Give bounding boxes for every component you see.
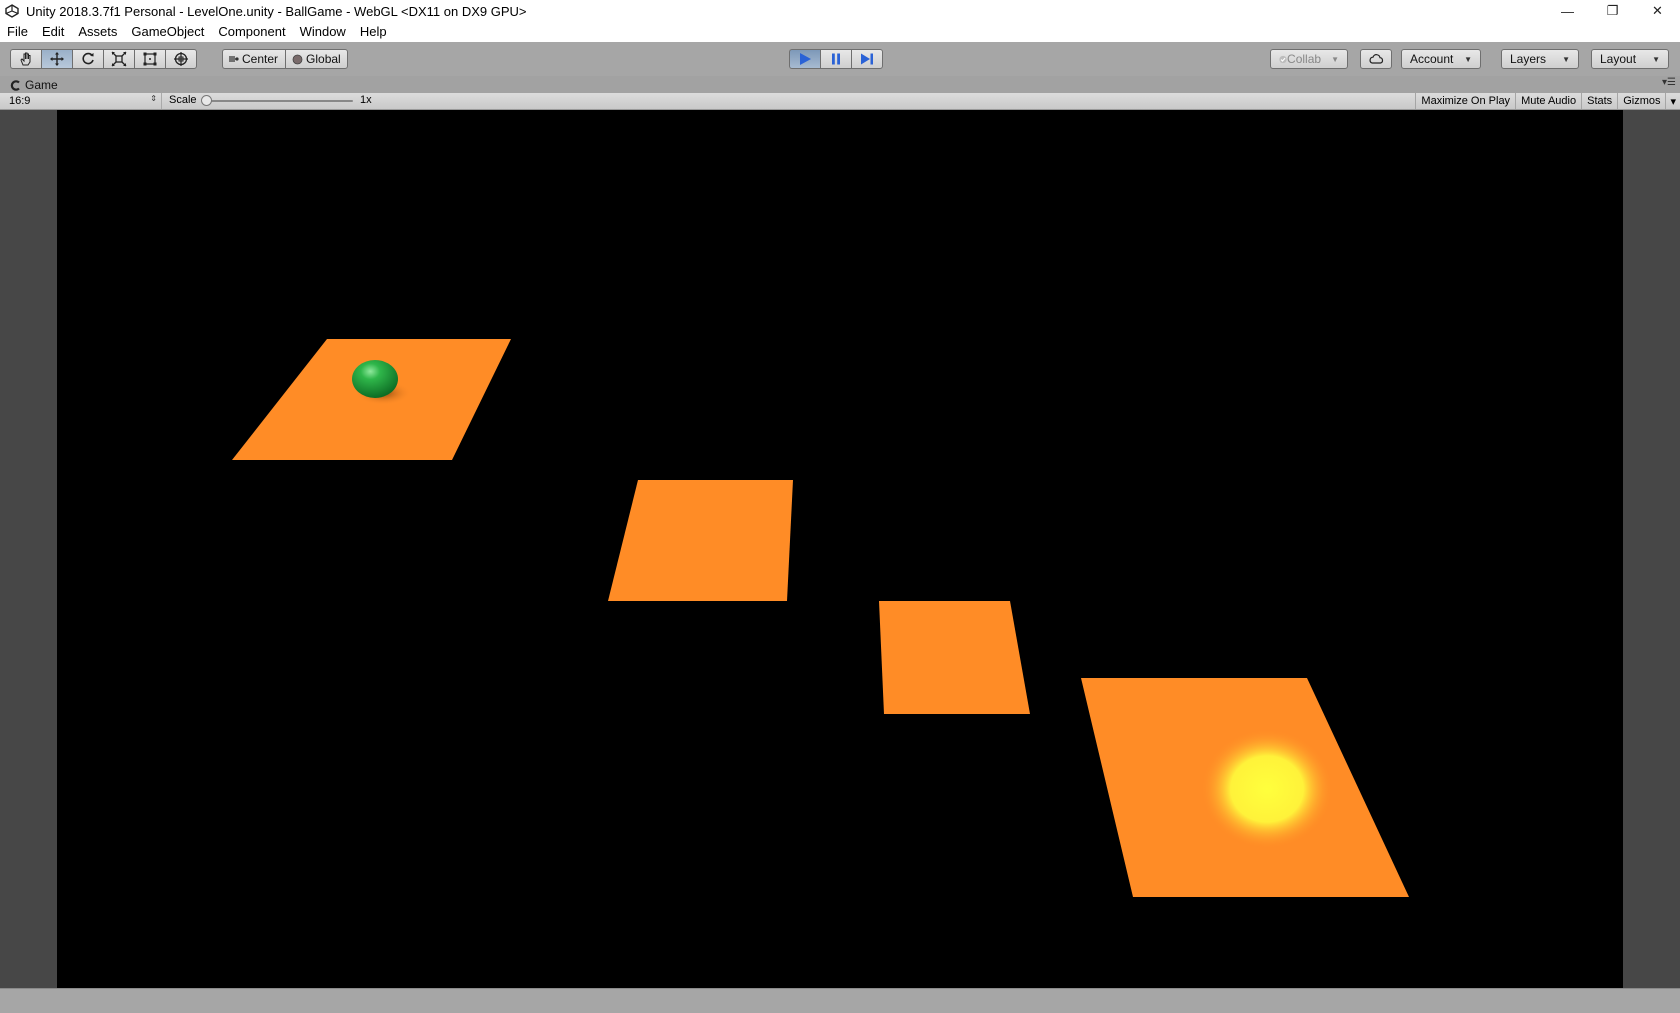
scale-slider-thumb[interactable] xyxy=(201,95,212,106)
game-view-toggles: Maximize On Play Mute Audio Stats Gizmos… xyxy=(1415,93,1680,109)
aspect-label: 16:9 xyxy=(9,95,31,107)
pivot-icon xyxy=(229,56,239,62)
cloud-icon xyxy=(1369,54,1384,64)
account-controls: Account ▼ xyxy=(1401,49,1481,69)
window-controls: — ❐ ✕ xyxy=(1545,0,1680,22)
account-label: Account xyxy=(1410,52,1454,66)
play-controls xyxy=(789,49,883,69)
close-button[interactable]: ✕ xyxy=(1635,0,1680,22)
rect-tool-button[interactable] xyxy=(134,49,165,69)
unity-logo-icon xyxy=(4,3,20,19)
rotate-icon xyxy=(82,52,94,65)
maximize-button[interactable]: ❐ xyxy=(1590,0,1635,22)
minimize-button[interactable]: — xyxy=(1545,0,1590,22)
menu-bar: File Edit Assets GameObject Component Wi… xyxy=(0,22,1680,42)
move-icon xyxy=(50,52,64,66)
layout-controls: Layout ▼ xyxy=(1591,49,1669,69)
cloud-button[interactable] xyxy=(1360,49,1392,69)
main-toolbar: Center Global Collab ▼ Account ▼ Layers … xyxy=(0,42,1680,77)
cloud-controls xyxy=(1360,49,1392,69)
rotate-tool-button[interactable] xyxy=(72,49,103,69)
scale-label: Scale xyxy=(169,94,197,106)
play-button[interactable] xyxy=(789,49,820,69)
gizmos-toggle[interactable]: Gizmos xyxy=(1617,93,1665,109)
layers-dropdown[interactable]: Layers ▼ xyxy=(1501,49,1579,69)
layout-dropdown[interactable]: Layout ▼ xyxy=(1591,49,1669,69)
global-icon xyxy=(292,54,303,64)
collab-caret-icon: ▼ xyxy=(1331,54,1339,64)
account-caret-icon: ▼ xyxy=(1464,54,1472,64)
menu-component[interactable]: Component xyxy=(211,22,292,42)
aspect-arrows-icon: ⇕ xyxy=(150,94,157,103)
pivot-center-label: Center xyxy=(242,52,279,66)
layers-controls: Layers ▼ xyxy=(1501,49,1579,69)
scale-slider-track[interactable] xyxy=(205,100,353,102)
pause-icon xyxy=(832,53,840,65)
title-bar: Unity 2018.3.7f1 Personal - LevelOne.uni… xyxy=(0,0,1680,22)
goal-light xyxy=(1201,729,1333,849)
game-viewport-frame xyxy=(0,110,1680,988)
tab-menu-icon[interactable]: ▾☰ xyxy=(1662,77,1676,88)
maximize-on-play-toggle[interactable]: Maximize On Play xyxy=(1415,93,1515,109)
menu-help[interactable]: Help xyxy=(353,22,394,42)
hand-icon xyxy=(20,52,31,66)
stats-toggle[interactable]: Stats xyxy=(1581,93,1617,109)
game-scene xyxy=(232,339,1409,897)
menu-gameobject[interactable]: GameObject xyxy=(124,22,211,42)
scale-tool-button[interactable] xyxy=(103,49,134,69)
pivot-global-label: Global xyxy=(306,52,341,66)
game-view-toolbar: 16:9 ⇕ Scale 1x Maximize On Play Mute Au… xyxy=(0,93,1680,110)
menu-assets[interactable]: Assets xyxy=(71,22,124,42)
menu-file[interactable]: File xyxy=(0,22,35,42)
platform-two xyxy=(608,480,793,601)
game-tab-bar: Game ▾☰ xyxy=(0,76,1680,94)
collab-controls: Collab ▼ xyxy=(1270,49,1348,69)
window-title: Unity 2018.3.7f1 Personal - LevelOne.uni… xyxy=(26,3,527,19)
transform-tools xyxy=(10,49,197,69)
layout-label: Layout xyxy=(1600,52,1637,66)
collab-label: Collab xyxy=(1287,52,1322,66)
collab-check-icon xyxy=(1279,55,1287,63)
transform-tool-button[interactable] xyxy=(165,49,197,69)
player-ball xyxy=(352,360,398,398)
pivot-controls: Center Global xyxy=(222,49,348,69)
tab-game-label: Game xyxy=(25,78,58,92)
layers-caret-icon: ▼ xyxy=(1562,54,1570,64)
scale-value: 1x xyxy=(360,94,372,106)
layers-label: Layers xyxy=(1510,52,1547,66)
pivot-center-button[interactable]: Center xyxy=(222,49,286,69)
pause-button[interactable] xyxy=(820,49,851,69)
menu-edit[interactable]: Edit xyxy=(35,22,71,42)
game-tab-icon xyxy=(10,79,20,91)
step-icon xyxy=(861,53,873,65)
step-button[interactable] xyxy=(851,49,883,69)
account-dropdown[interactable]: Account ▼ xyxy=(1401,49,1481,69)
gizmos-caret-icon[interactable]: ▾ xyxy=(1665,93,1680,109)
mute-audio-toggle[interactable]: Mute Audio xyxy=(1515,93,1581,109)
game-canvas[interactable] xyxy=(57,110,1623,988)
aspect-dropdown[interactable]: 16:9 ⇕ xyxy=(2,93,162,109)
collab-dropdown[interactable]: Collab ▼ xyxy=(1270,49,1348,69)
scale-icon xyxy=(111,51,127,67)
hand-tool-button[interactable] xyxy=(10,49,41,69)
pivot-global-button[interactable]: Global xyxy=(285,49,348,69)
platform-three xyxy=(879,601,1030,714)
tab-game[interactable]: Game xyxy=(4,77,66,93)
move-tool-button[interactable] xyxy=(41,49,72,69)
rect-icon xyxy=(143,52,157,66)
play-icon xyxy=(800,53,811,65)
status-bar xyxy=(0,988,1680,1013)
menu-window[interactable]: Window xyxy=(293,22,353,42)
transform-icon xyxy=(174,52,188,66)
layout-caret-icon: ▼ xyxy=(1652,54,1660,64)
